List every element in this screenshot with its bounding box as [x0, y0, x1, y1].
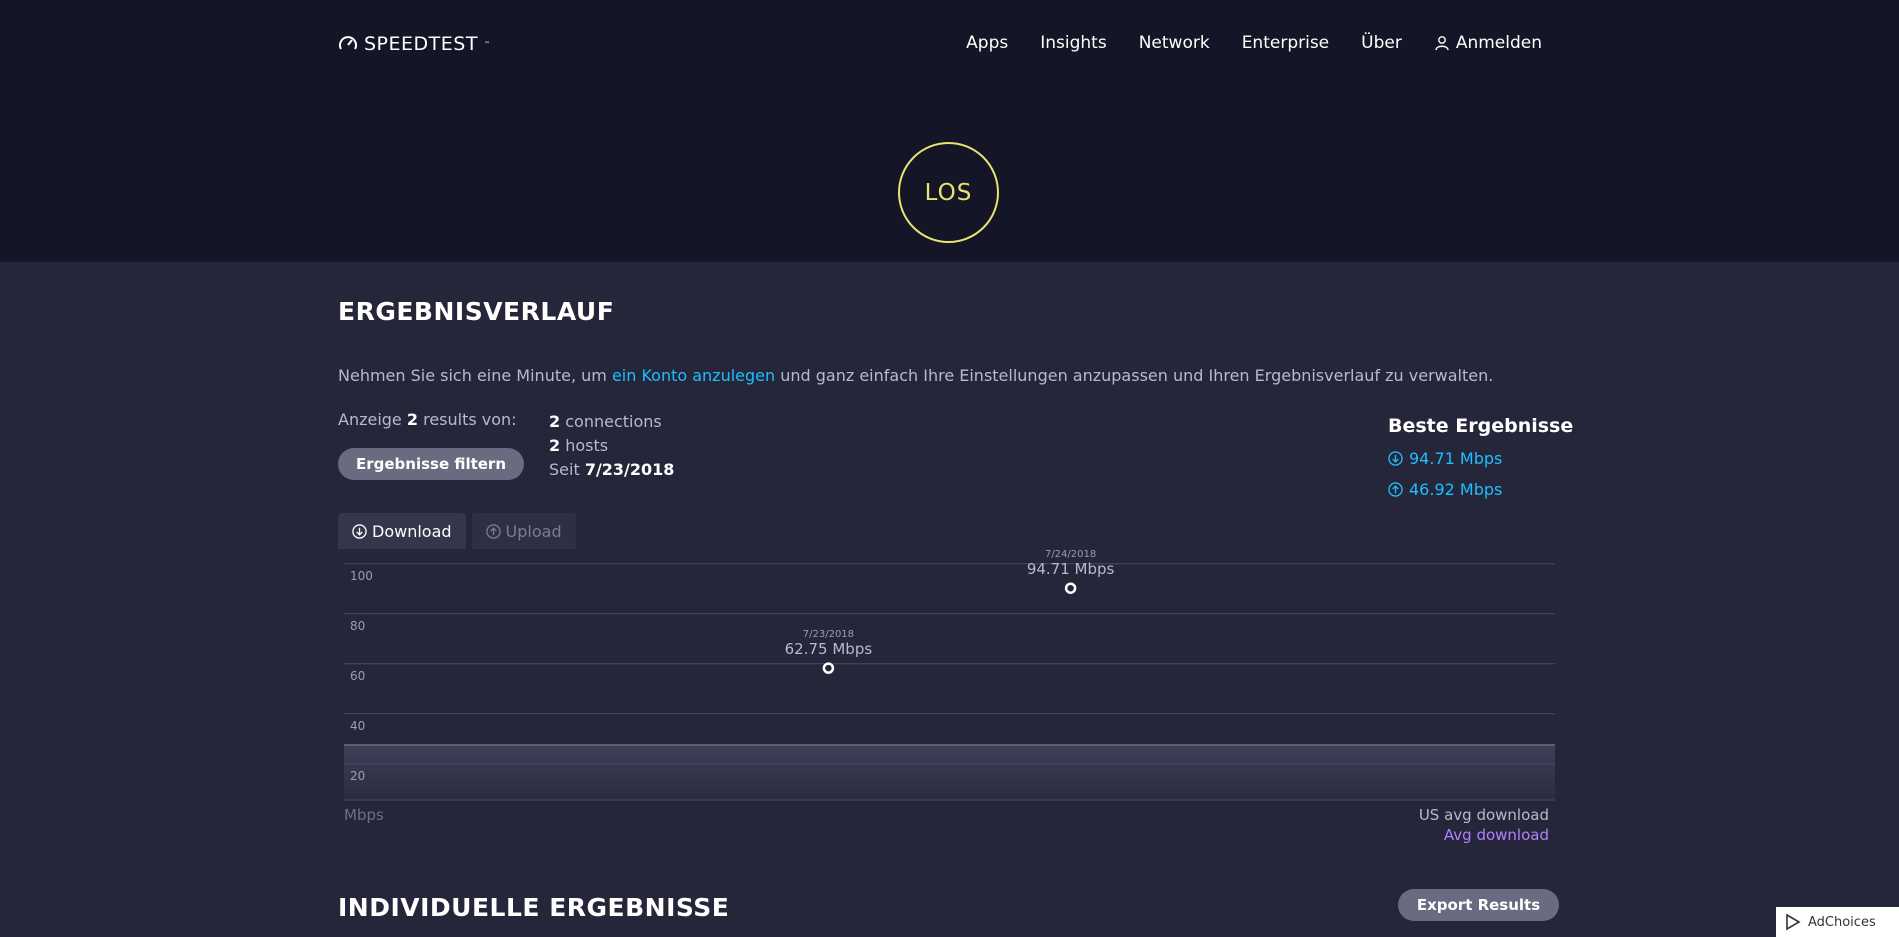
logo-text: SPEEDTEST: [364, 33, 478, 55]
point-value-label: 62.75 Mbps: [785, 640, 873, 658]
legend-avg: Avg download: [1443, 826, 1549, 844]
point-date-label: 7/24/2018: [1045, 550, 1096, 560]
data-point: [1064, 582, 1077, 594]
hosts-stat: 2 hosts: [549, 436, 609, 455]
upload-icon: [1388, 482, 1403, 497]
showing-count: Anzeige 2 results von:: [338, 410, 517, 429]
point-value-label: 94.71 Mbps: [1027, 560, 1115, 578]
nav-item-apps[interactable]: Apps: [966, 33, 1008, 53]
individual-title: INDIVIDUELLE ERGEBNISSE: [338, 893, 730, 922]
filter-results-button[interactable]: Ergebnisse filtern: [338, 448, 524, 480]
nav-item-about[interactable]: Über: [1361, 33, 1402, 53]
upload-icon: [485, 523, 501, 539]
adchoices-label: AdChoices: [1808, 914, 1876, 930]
speedtest-logo[interactable]: SPEEDTEST ™: [338, 33, 490, 55]
best-upload: 46.92 Mbps: [1388, 480, 1573, 499]
data-point: [822, 662, 835, 674]
best-download: 94.71 Mbps: [1388, 449, 1573, 468]
signin-link[interactable]: Anmelden: [1434, 33, 1542, 53]
y-tick-label: 60: [350, 669, 365, 683]
tab-download-label: Download: [372, 521, 452, 541]
tab-download[interactable]: Download: [338, 513, 466, 549]
connections-stat: 2 connections: [549, 412, 662, 431]
go-button[interactable]: LOS: [898, 142, 999, 243]
download-icon: [352, 523, 367, 539]
chart-tabs: Download Upload: [338, 513, 576, 549]
legend-us-avg: US avg download: [1418, 806, 1549, 824]
adchoices-badge[interactable]: AdChoices: [1776, 907, 1899, 937]
results-chart: 100 80 60 40 20 7/23/201862.75 Mbps 7/24/20189…: [344, 550, 1555, 801]
signin-label: Anmelden: [1455, 33, 1542, 53]
tab-upload-label: Upload: [505, 521, 562, 541]
export-results-button[interactable]: Export Results: [1398, 889, 1559, 921]
showing-number: 2: [406, 410, 418, 429]
showing-prefix: Anzeige: [338, 410, 407, 429]
nav-item-network[interactable]: Network: [1139, 33, 1210, 53]
y-tick-label: 20: [350, 769, 365, 783]
tab-upload[interactable]: Upload: [471, 513, 576, 549]
us-avg-band: [344, 745, 1555, 800]
user-icon: [1435, 36, 1449, 51]
header-band: SPEEDTEST ™ Apps Insights Network Enterpr…: [0, 0, 1899, 262]
showing-suffix: results von:: [418, 410, 517, 429]
history-title: ERGEBNISVERLAUF: [338, 297, 615, 326]
y-tick-label: 80: [350, 619, 365, 633]
nav-item-enterprise[interactable]: Enterprise: [1242, 33, 1329, 53]
y-tick-label: 100: [350, 569, 373, 583]
intro-text-after: und ganz einfach Ihre Einstellungen anzu…: [775, 366, 1494, 385]
main-nav: Apps Insights Network Enterprise Über An…: [966, 33, 1542, 53]
y-tick-label: 40: [350, 719, 365, 733]
since-stat: Seit 7/23/2018: [549, 460, 675, 479]
gauge-icon: [339, 36, 357, 50]
nav-item-insights[interactable]: Insights: [1040, 33, 1106, 53]
best-download-value: 94.71 Mbps: [1409, 449, 1503, 468]
best-results-title: Beste Ergebnisse: [1388, 415, 1574, 437]
download-icon: [1388, 451, 1403, 466]
history-intro: Nehmen Sie sich eine Minute, um ein Kont…: [338, 366, 1493, 385]
history-stats: 2 connections 2 hosts Seit 7/23/2018: [549, 410, 674, 482]
point-date-label: 7/23/2018: [803, 629, 854, 640]
create-account-link[interactable]: ein Konto anzulegen: [612, 366, 775, 385]
chart-unit-label: Mbps: [344, 806, 384, 824]
best-results: Beste Ergebnisse 94.71 Mbps 46.92 Mbps: [1388, 415, 1573, 499]
best-upload-value: 46.92 Mbps: [1409, 480, 1503, 499]
adchoices-icon: [1786, 913, 1801, 931]
intro-text-before: Nehmen Sie sich eine Minute, um: [338, 366, 612, 385]
